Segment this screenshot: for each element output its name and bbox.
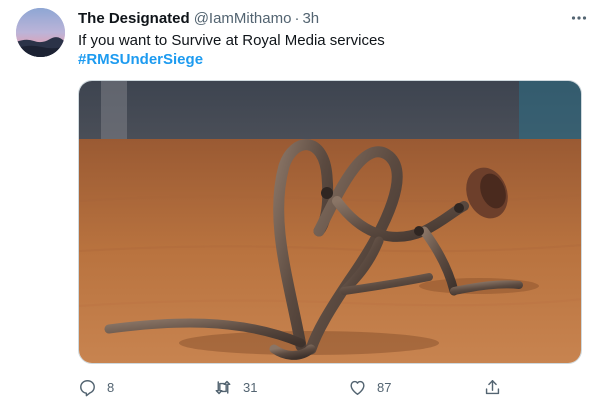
like-button[interactable]: 87 (348, 376, 391, 398)
avatar-image (16, 8, 65, 57)
photo (79, 81, 581, 363)
retweet-icon (215, 380, 231, 394)
display-name[interactable]: The Designated (78, 10, 190, 27)
hashtag-link[interactable]: #RMSUnderSiege (78, 50, 203, 70)
share-button[interactable] (483, 376, 502, 398)
reply-count: 8 (107, 379, 115, 395)
heart-icon (350, 380, 365, 395)
retweet-count: 31 (243, 379, 258, 395)
tweet-text: If you want to Survive at Royal Media se… (78, 32, 385, 49)
reply-icon (80, 379, 95, 396)
timestamp[interactable]: 3h (302, 10, 319, 27)
more-options-button[interactable] (568, 8, 590, 28)
share-icon (485, 379, 500, 394)
tweet-image[interactable] (78, 80, 582, 364)
tweet-actions: 8 31 87 (78, 376, 508, 398)
avatar[interactable] (16, 8, 65, 57)
tweet-header: The Designated @IamMithamo · 3h (78, 10, 572, 30)
like-count: 87 (377, 379, 392, 395)
more-horizontal-icon (571, 16, 587, 20)
tweet[interactable]: The Designated @IamMithamo · 3h If you w… (0, 0, 612, 415)
reply-button[interactable]: 8 (78, 376, 114, 398)
separator: · (294, 10, 300, 27)
retweet-button[interactable]: 31 (213, 376, 257, 398)
handle[interactable]: @IamMithamo (194, 10, 292, 27)
